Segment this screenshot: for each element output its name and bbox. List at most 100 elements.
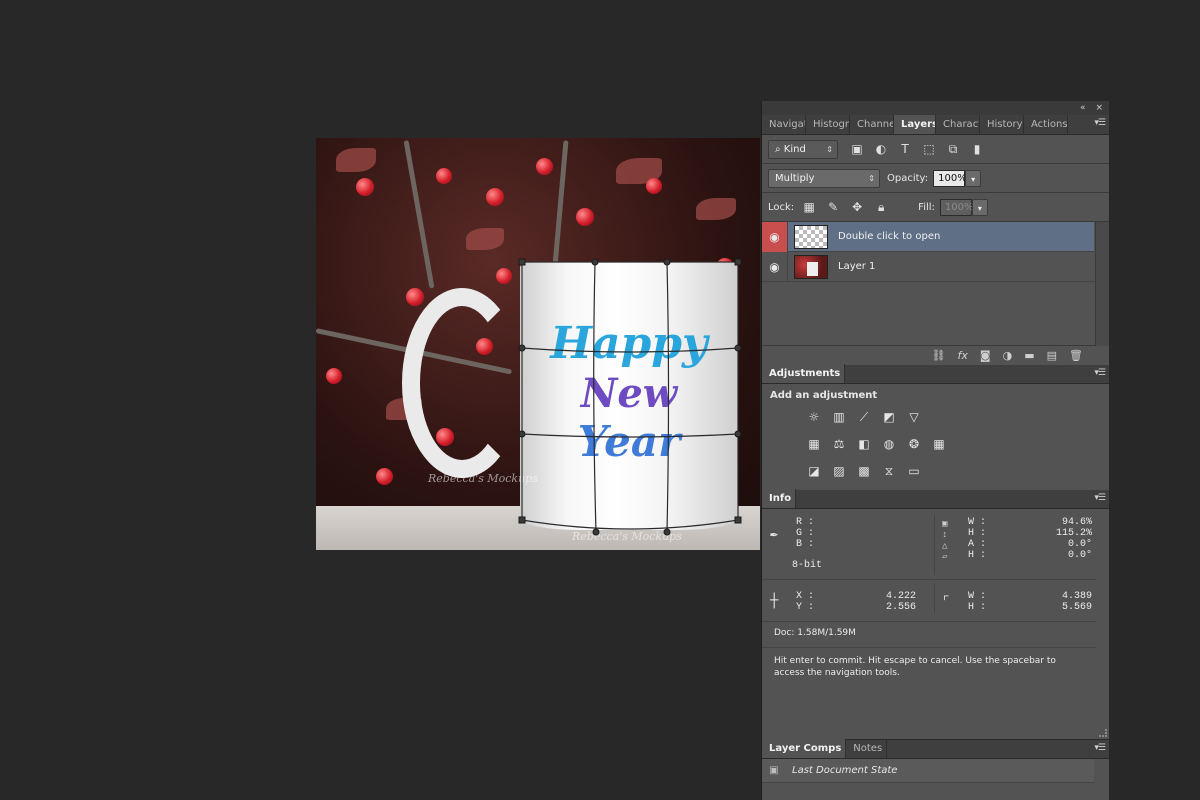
opacity-input[interactable]: 100%: [933, 169, 967, 187]
document-canvas-area[interactable]: Happy New Year Rebecca's Mockups Rebecca…: [0, 0, 760, 800]
add-mask-icon[interactable]: ◙: [980, 349, 991, 362]
selective-color-icon[interactable]: ⧖: [881, 463, 897, 479]
vibrance-icon[interactable]: ▽: [906, 409, 922, 425]
tab-notes[interactable]: Notes: [846, 739, 888, 758]
warp-control-point[interactable]: [734, 344, 742, 352]
tab-layers[interactable]: Layers: [894, 115, 936, 134]
tab-histogram[interactable]: Histogr: [806, 115, 850, 134]
layer-row-layer-1[interactable]: ◉ Layer 1: [762, 251, 1094, 282]
warp-corner-handle[interactable]: [518, 516, 526, 524]
divider: [762, 647, 1096, 648]
layer-name[interactable]: Layer 1: [838, 261, 875, 272]
new-group-folder-icon[interactable]: ▬: [1024, 349, 1034, 362]
filter-toggle-switch[interactable]: ▮: [968, 140, 986, 158]
eye-icon[interactable]: ◉: [762, 221, 788, 252]
threshold-icon[interactable]: ▩: [856, 463, 872, 479]
color-balance-icon[interactable]: ⚖: [831, 436, 847, 452]
panel-menu-icon[interactable]: ▾☰: [1094, 118, 1106, 128]
panel-dock: « × Navigat Histogr Channel Layers Chara…: [761, 101, 1109, 800]
eye-icon[interactable]: ◉: [762, 251, 788, 282]
a-value: 0.0°: [1067, 539, 1092, 550]
adjustments-row-1: ☼ ▥ ⟋ ◩ ▽: [762, 403, 1109, 430]
panel-menu-icon[interactable]: ▾☰: [1094, 493, 1106, 503]
warp-corner-handle[interactable]: [518, 258, 526, 266]
warp-control-point[interactable]: [734, 430, 742, 438]
tab-info[interactable]: Info: [762, 489, 797, 508]
lock-all-icon[interactable]: 🔒︎: [872, 198, 890, 216]
warp-control-point[interactable]: [592, 528, 600, 536]
color-lookup-icon[interactable]: ▦: [931, 436, 947, 452]
link-layers-icon[interactable]: ⛓: [932, 349, 946, 362]
gradient-map-icon[interactable]: ▭: [906, 463, 922, 479]
layers-panel-tabbar: Navigat Histogr Channel Layers Charact H…: [762, 115, 1109, 135]
blend-row: Multiply ⇕ Opacity: 100% ▾: [762, 164, 1109, 192]
warp-transform-grid[interactable]: [0, 0, 760, 800]
layer-comp-row[interactable]: ▣ Last Document State: [762, 759, 1094, 783]
h-value: 115.2%: [1055, 528, 1092, 539]
layer-name[interactable]: Double click to open: [838, 231, 940, 242]
black-white-icon[interactable]: ◧: [856, 436, 872, 452]
warp-control-point[interactable]: [518, 344, 526, 352]
filter-pixel-icon[interactable]: ▣: [848, 140, 866, 158]
warp-corner-handle[interactable]: [734, 258, 742, 266]
blend-mode-select[interactable]: Multiply ⇕: [768, 168, 880, 188]
tab-actions[interactable]: Actions: [1024, 115, 1068, 134]
channel-mixer-icon[interactable]: ❂: [906, 436, 922, 452]
fill-input[interactable]: 100%: [939, 198, 974, 216]
tab-character[interactable]: Charact: [936, 115, 980, 134]
hue-saturation-icon[interactable]: ▦: [806, 436, 822, 452]
layer-filter-kind[interactable]: ⌕ Kind ⇕: [768, 139, 838, 159]
lock-transparent-icon[interactable]: ▦: [800, 198, 818, 216]
posterize-icon[interactable]: ▨: [831, 463, 847, 479]
exposure-icon[interactable]: ◩: [881, 409, 897, 425]
tab-adjustments[interactable]: Adjustments: [762, 364, 846, 383]
h2-value: 0.0°: [1067, 550, 1092, 561]
layer-thumbnail: [794, 254, 828, 279]
invert-icon[interactable]: ◪: [806, 463, 822, 479]
curves-icon[interactable]: ⟋: [856, 409, 872, 425]
new-adjustment-layer-icon[interactable]: ◑: [1003, 349, 1013, 362]
new-layer-icon[interactable]: ▤: [1047, 349, 1057, 362]
layer-row-smart-object[interactable]: ◉ Double click to open: [762, 221, 1094, 252]
levels-icon[interactable]: ▥: [831, 409, 847, 425]
filter-type-icon[interactable]: T: [896, 140, 914, 158]
warp-control-point[interactable]: [663, 528, 671, 536]
close-icon[interactable]: ×: [1095, 103, 1103, 113]
transform-icons: ▣ ↕ △ ▱: [942, 519, 948, 562]
fx-icon[interactable]: fx: [958, 349, 968, 362]
warp-corner-handle[interactable]: [734, 516, 742, 524]
w-value: 94.6%: [1061, 517, 1092, 528]
opacity-label: Opacity:: [887, 172, 929, 184]
warp-control-point[interactable]: [663, 258, 671, 266]
crosshair-icon: ┼: [770, 593, 779, 609]
x-label: X :: [796, 591, 815, 602]
h2-label: H :: [968, 550, 987, 561]
panel-menu-icon[interactable]: ▾☰: [1094, 743, 1106, 753]
filter-adjustment-icon[interactable]: ◐: [872, 140, 890, 158]
double-chevron-left-icon[interactable]: «: [1080, 103, 1086, 113]
size-values: 4.389 5.569: [1044, 591, 1092, 613]
tab-history[interactable]: History: [980, 115, 1024, 134]
tab-channels[interactable]: Channel: [850, 115, 894, 134]
brightness-contrast-icon[interactable]: ☼: [806, 409, 822, 425]
photo-filter-icon[interactable]: ◍: [881, 436, 897, 452]
resize-grip-icon[interactable]: [1099, 729, 1107, 737]
filter-shape-icon[interactable]: ⬚: [920, 140, 938, 158]
warp-grid-line: [521, 519, 739, 530]
warp-control-point[interactable]: [591, 258, 599, 266]
warp-control-point[interactable]: [518, 430, 526, 438]
filter-smart-object-icon[interactable]: ⧉: [944, 140, 962, 158]
tab-layer-comps[interactable]: Layer Comps: [762, 739, 847, 758]
tab-navigator[interactable]: Navigat: [762, 115, 806, 134]
opacity-dropdown-button[interactable]: ▾: [965, 169, 982, 187]
lock-image-brush-icon[interactable]: ✎: [824, 198, 842, 216]
fill-label: Fill:: [918, 201, 935, 213]
layer-filter-row: ⌕ Kind ⇕ ▣ ◐ T ⬚ ⧉ ▮: [762, 135, 1109, 163]
size-h-label: H :: [968, 602, 987, 613]
layers-scrollbar[interactable]: [1095, 222, 1109, 346]
h-label: H :: [968, 528, 987, 539]
lock-position-move-icon[interactable]: ✥: [848, 198, 866, 216]
fill-dropdown-button[interactable]: ▾: [971, 198, 988, 216]
panel-menu-icon[interactable]: ▾☰: [1094, 368, 1106, 378]
trash-icon[interactable]: 🗑︎: [1069, 349, 1083, 362]
